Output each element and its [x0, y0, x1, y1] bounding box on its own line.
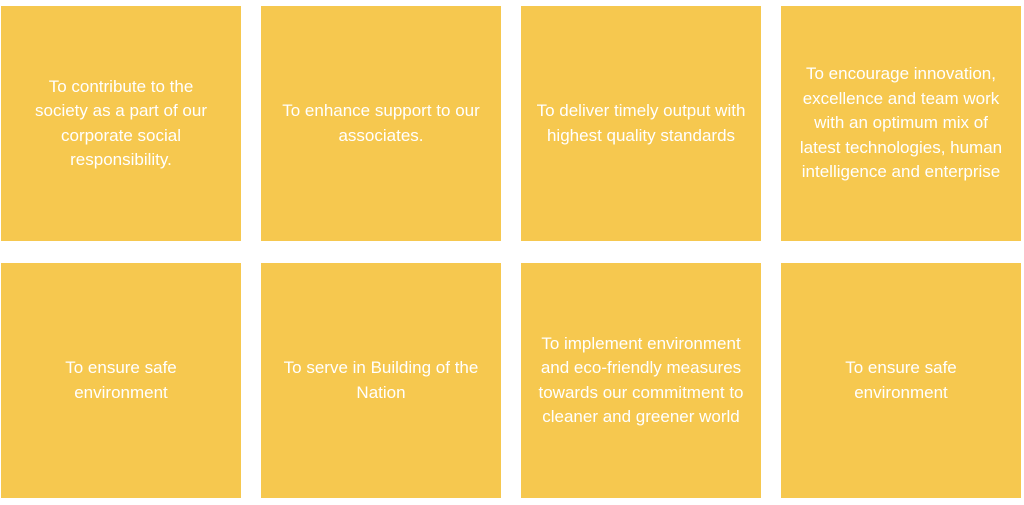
objective-text: To implement environment and eco-friendl…: [538, 333, 744, 427]
objective-text: To encourage innovation, excellence and …: [799, 64, 1003, 182]
objectives-grid: To contribute to the society as a part o…: [0, 0, 1024, 505]
objective-tile: To ensure safe environment: [781, 263, 1021, 498]
objective-tile: To serve in Building of the Nation: [261, 263, 501, 498]
objective-tile: To contribute to the society as a part o…: [1, 6, 241, 241]
objective-text: To serve in Building of the Nation: [283, 358, 479, 402]
objective-text: To contribute to the society as a part o…: [35, 76, 207, 170]
objective-tile: To deliver timely output with highest qu…: [521, 6, 761, 241]
objective-text: To deliver timely output with highest qu…: [536, 101, 746, 145]
objective-text: To enhance support to our associates.: [282, 101, 480, 145]
objective-tile: To implement environment and eco-friendl…: [521, 263, 761, 498]
objective-text: To ensure safe environment: [65, 358, 177, 402]
objective-tile: To enhance support to our associates.: [261, 6, 501, 241]
objective-text: To ensure safe environment: [845, 358, 957, 402]
objective-tile: To ensure safe environment: [1, 263, 241, 498]
objective-tile: To encourage innovation, excellence and …: [781, 6, 1021, 241]
